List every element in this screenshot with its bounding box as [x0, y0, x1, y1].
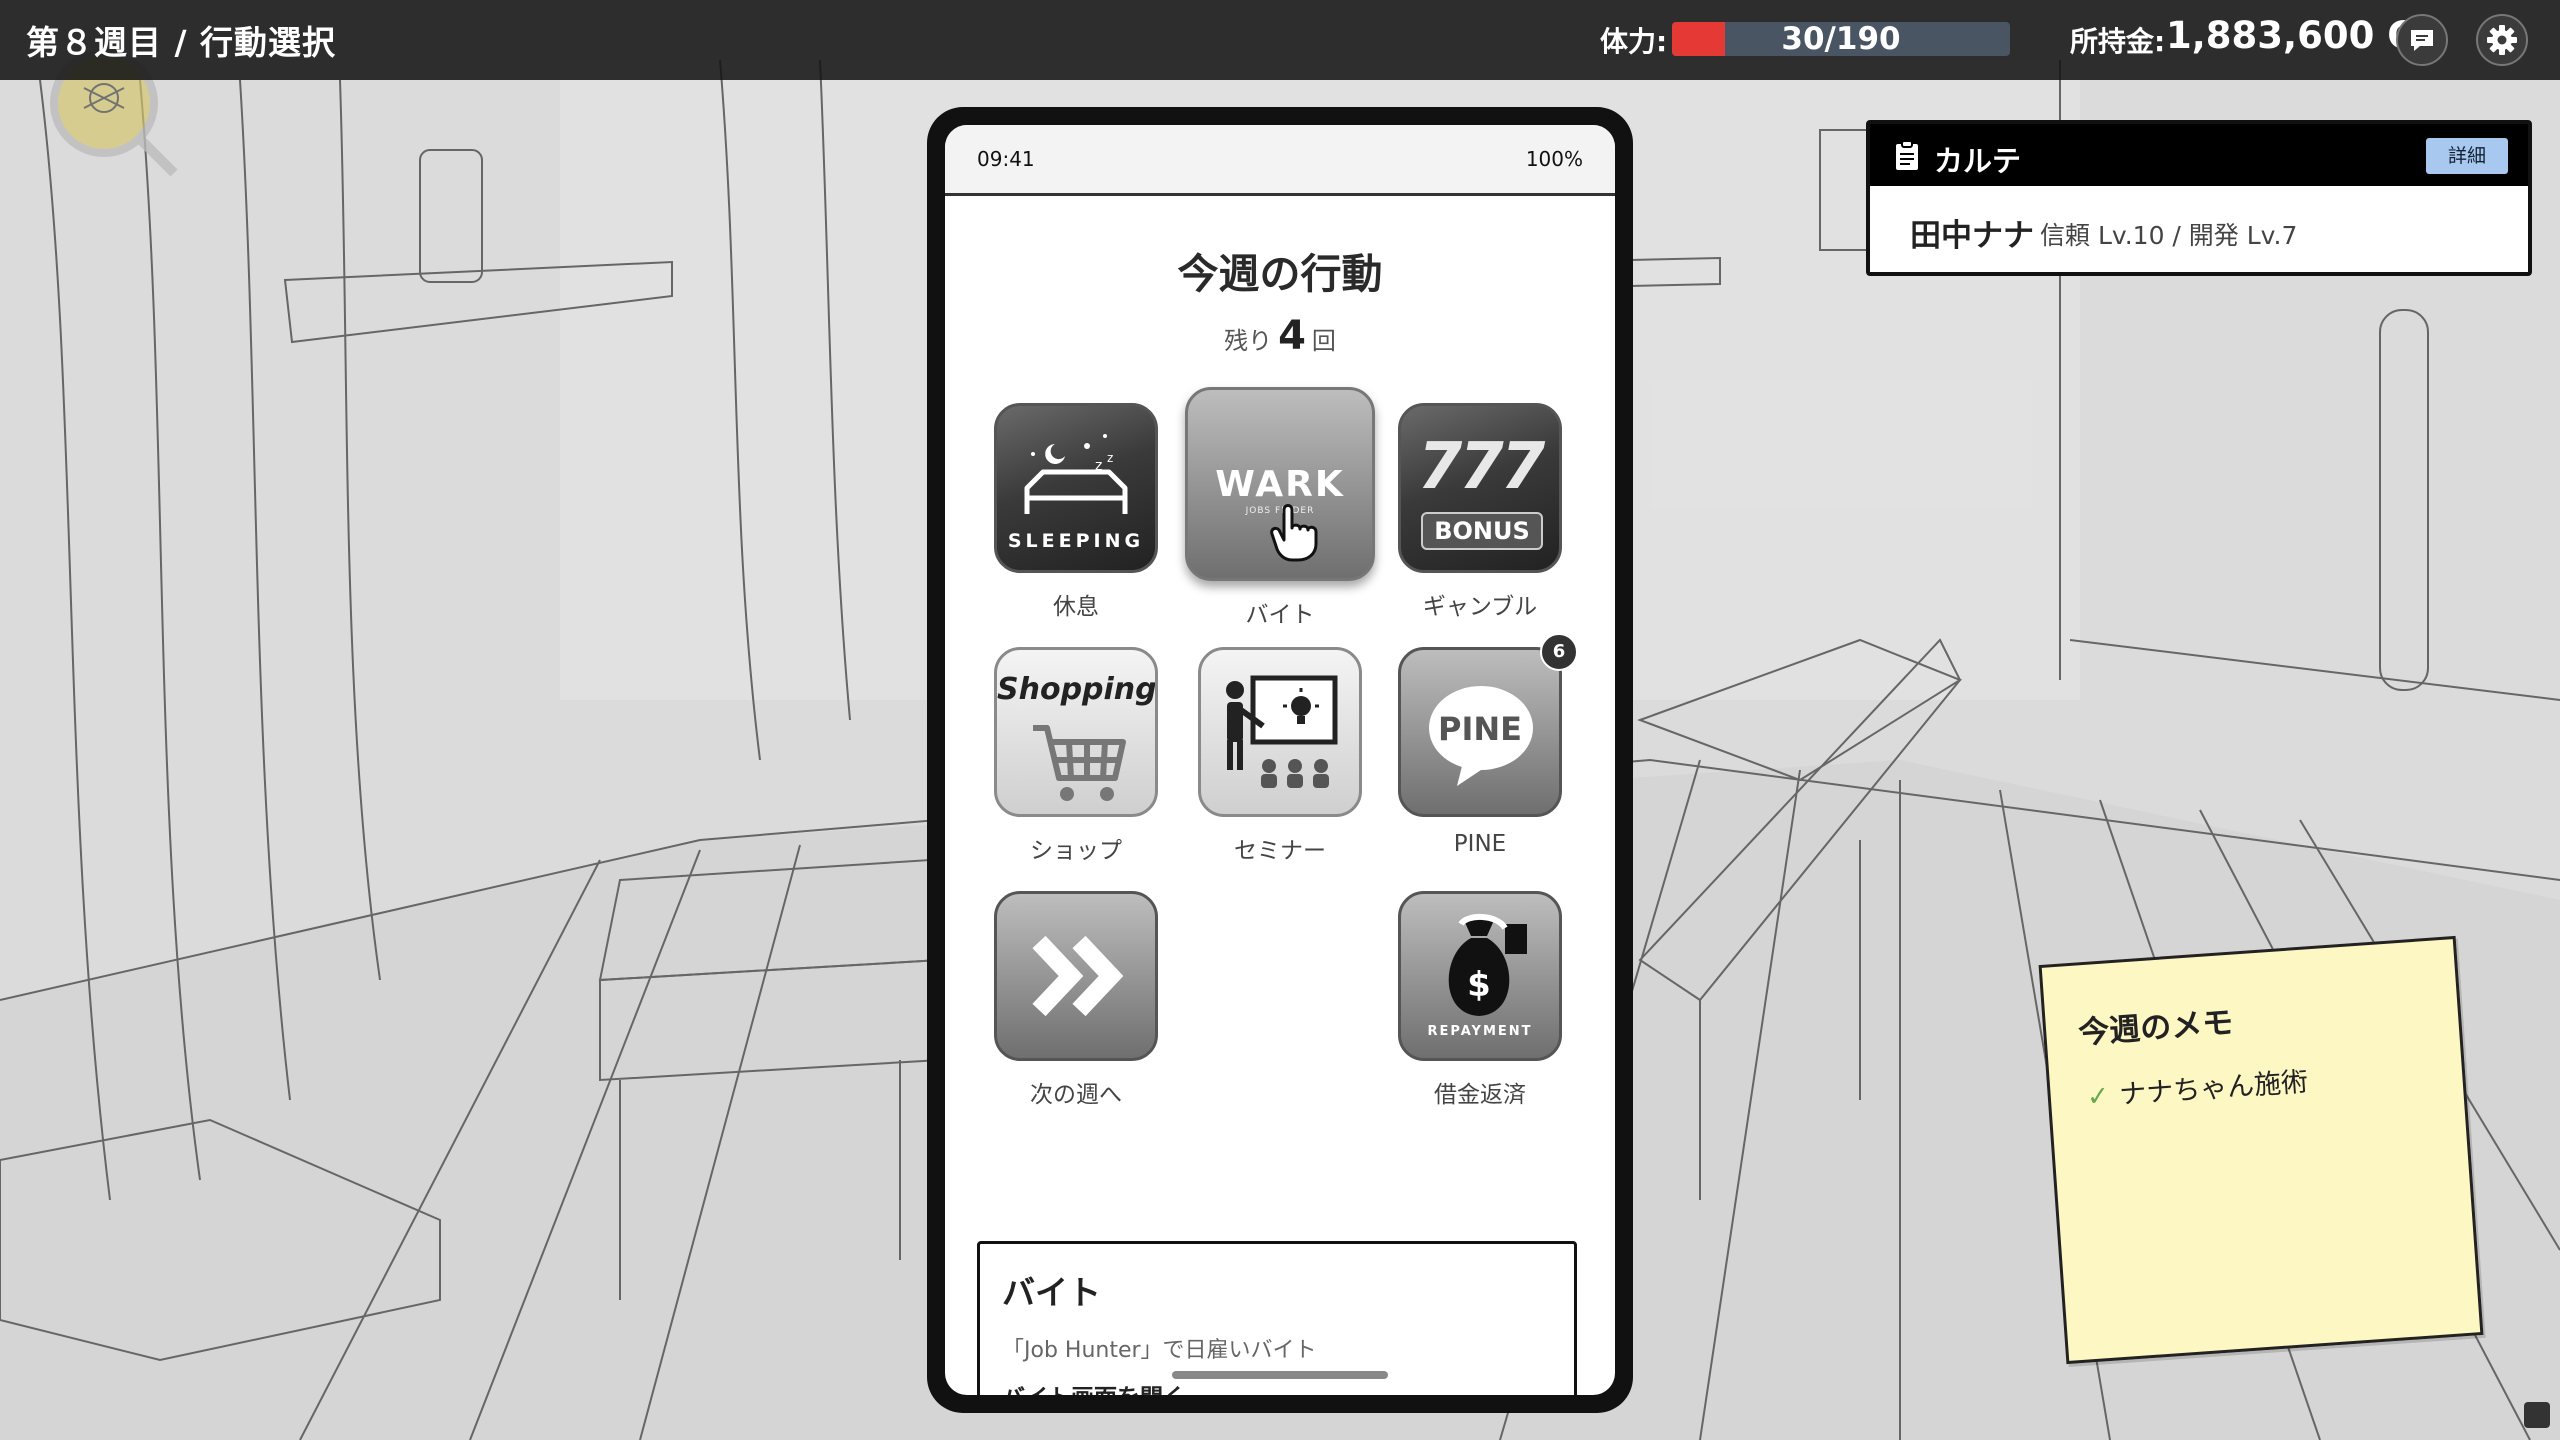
memo-title: 今週のメモ	[2077, 1004, 2235, 1052]
karte-panel: カルテ 詳細 田中ナナ 信頼 Lv.10 / 開発 Lv.7	[1866, 120, 2532, 276]
phone-status-bar: 09:41 100%	[945, 125, 1615, 196]
remaining-prefix: 残り	[1224, 327, 1273, 355]
pine-chat-icon: PINE	[1398, 647, 1562, 817]
phone-frame: 09:41 100% 今週の行動 残り 4 回 z z SLEEPING 休息 …	[927, 107, 1633, 1413]
clipboard-icon	[1896, 140, 1918, 170]
gamble-icon-text: 777	[1417, 430, 1546, 504]
auto-button[interactable]	[2524, 1402, 2550, 1428]
svg-text:$: $	[1467, 965, 1491, 1005]
karte-title: カルテ	[1934, 144, 2022, 178]
week-title: 第８週目 / 行動選択	[26, 23, 337, 62]
money-label: 所持金:	[2070, 25, 2166, 58]
home-indicator[interactable]	[1172, 1371, 1388, 1379]
app-shop[interactable]: Shopping ショップ	[990, 647, 1162, 865]
app-seminar-label: セミナー	[1234, 838, 1326, 864]
money-value: 1,883,600 G	[2166, 14, 2418, 57]
memo-item-text: ナナちゃん施術	[2118, 1066, 2310, 1111]
patient-name: 田中ナナ	[1910, 218, 2034, 254]
remaining-count: 4	[1278, 313, 1306, 359]
weekly-memo: 今週のメモ ✓ ナナちゃん施術	[2038, 935, 2484, 1365]
double-chevron-right-icon	[994, 891, 1158, 1061]
phone-title: 今週の行動	[1177, 250, 1383, 298]
seminar-presenter-icon	[1198, 647, 1362, 817]
slot-777-icon: 777 BONUS	[1398, 403, 1562, 573]
hand-pointer-icon	[1270, 504, 1318, 562]
app-work[interactable]: WARK JOBS FINDER バイト	[1180, 387, 1380, 629]
jobs-finder-icon: WARK JOBS FINDER	[1185, 387, 1375, 581]
chat-button[interactable]	[2396, 14, 2448, 66]
money-bag-icon: $ REPAYMENT	[1398, 891, 1562, 1061]
open-job-screen-link[interactable]: バイト画面を開く	[1002, 1378, 1186, 1395]
app-repayment-label: 借金返済	[1434, 1082, 1526, 1108]
pine-icon-text: PINE	[1438, 710, 1522, 748]
app-gamble-label: ギャンブル	[1422, 594, 1538, 620]
status-battery: 100%	[1525, 147, 1583, 171]
pine-notification-badge: 6	[1540, 633, 1578, 671]
phone-screen: 09:41 100% 今週の行動 残り 4 回 z z SLEEPING 休息 …	[945, 125, 1615, 1395]
app-work-label: バイト	[1245, 602, 1315, 628]
check-icon: ✓	[2085, 1080, 2111, 1113]
svg-text:z: z	[1107, 451, 1113, 465]
karte-detail-button[interactable]: 詳細	[2426, 138, 2508, 174]
repay-icon-text: REPAYMENT	[1427, 1024, 1533, 1039]
app-pine-label: PINE	[1453, 831, 1507, 857]
app-next-week[interactable]: 次の週へ	[990, 891, 1162, 1109]
app-seminar[interactable]: セミナー	[1194, 647, 1366, 865]
stamina-value: 30/190	[1781, 22, 1901, 56]
sleeping-icon: z z SLEEPING	[994, 403, 1158, 573]
sleeping-icon-text: SLEEPING	[1007, 530, 1145, 552]
app-pine[interactable]: PINE 6 PINE	[1394, 633, 1578, 857]
app-gamble[interactable]: 777 BONUS ギャンブル	[1394, 403, 1566, 621]
description-text: 「Job Hunter」で日雇いバイト	[1002, 1338, 1317, 1363]
status-time: 09:41	[977, 147, 1035, 171]
top-bar: 第８週目 / 行動選択 体力: 30/190 所持金: 1,883,600 G	[0, 0, 2560, 80]
app-sleep[interactable]: z z SLEEPING 休息	[990, 403, 1162, 621]
app-next-week-label: 次の週へ	[1030, 1082, 1122, 1108]
patient-levels: 信頼 Lv.10 / 開発 Lv.7	[2040, 221, 2298, 250]
shop-icon-text: Shopping	[997, 672, 1157, 707]
settings-button[interactable]	[2476, 14, 2528, 66]
remaining-actions: 残り 4 回	[945, 313, 1615, 359]
svg-text:z: z	[1095, 458, 1102, 474]
stamina-bar: 30/190	[1672, 22, 2010, 56]
app-repayment[interactable]: $ REPAYMENT 借金返済	[1394, 891, 1566, 1109]
shopping-cart-icon: Shopping	[994, 647, 1158, 817]
gamble-icon-subtext: BONUS	[1421, 512, 1543, 550]
app-sleep-label: 休息	[1053, 594, 1099, 620]
app-shop-label: ショップ	[1030, 838, 1122, 864]
karte-header: カルテ 詳細	[1870, 124, 2528, 186]
chat-bubble-icon	[2411, 30, 2433, 51]
remaining-suffix: 回	[1311, 327, 1336, 355]
work-icon-text: WARK	[1215, 464, 1345, 505]
description-title: バイト	[1002, 1273, 1101, 1312]
stamina-label: 体力:	[1600, 25, 1668, 58]
memo-item: ✓ ナナちゃん施術	[2085, 1060, 2309, 1114]
gear-icon	[2487, 25, 2517, 55]
